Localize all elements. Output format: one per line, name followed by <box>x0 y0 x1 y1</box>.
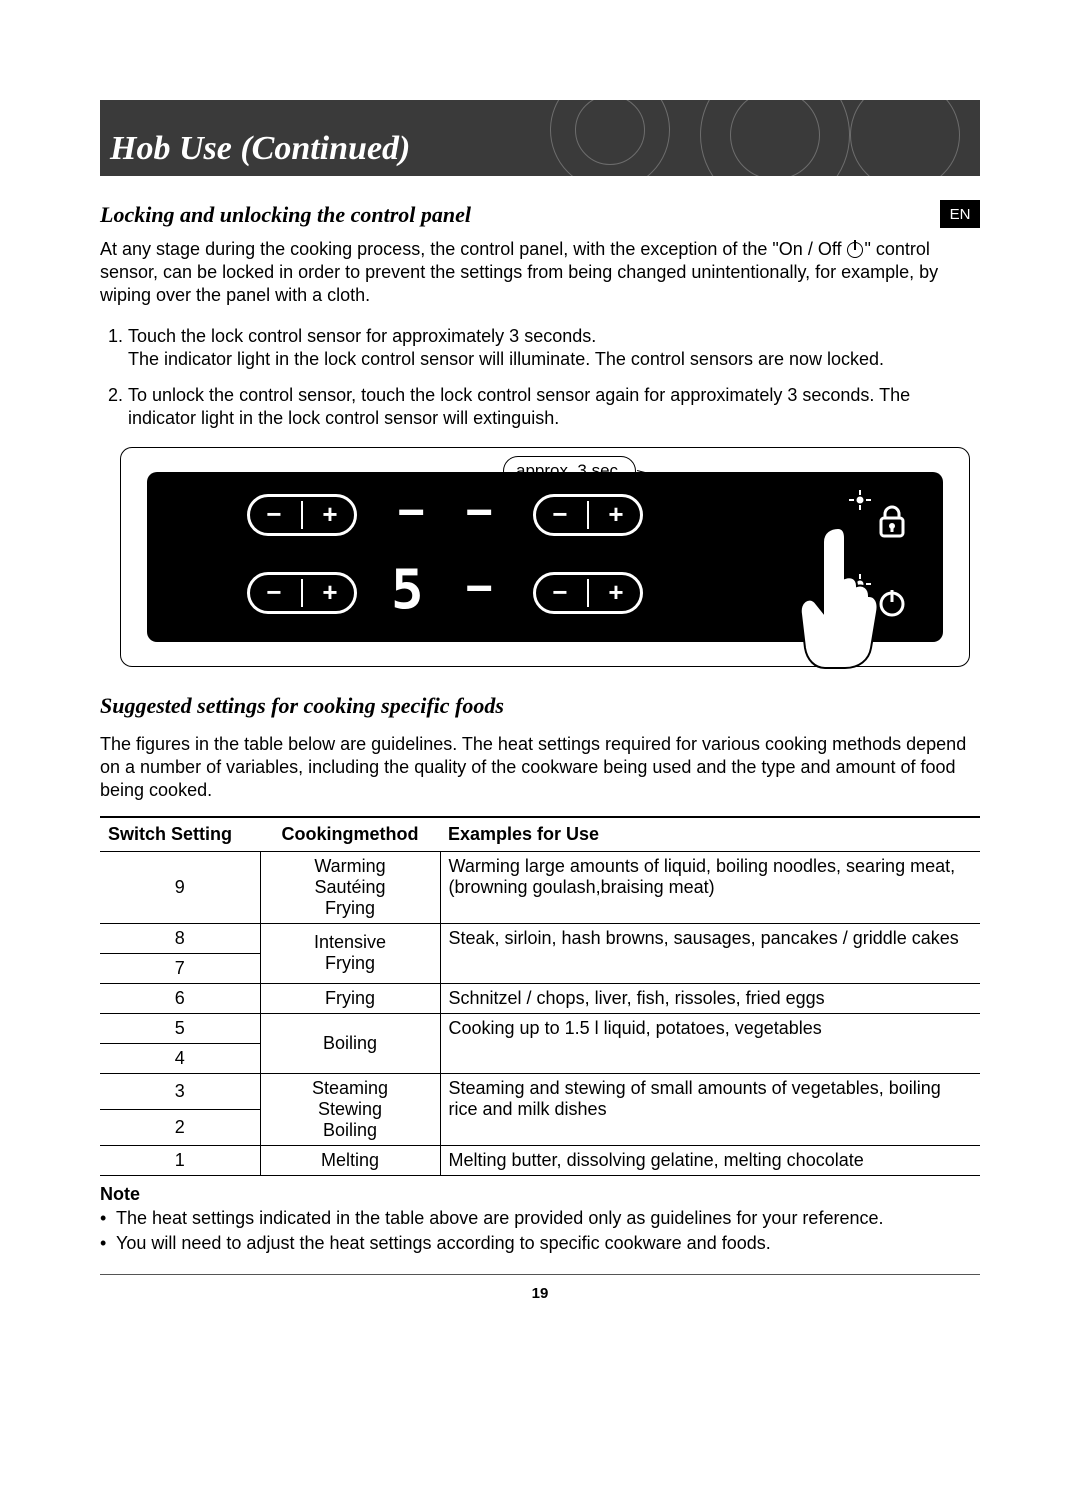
header-decoration <box>540 100 940 176</box>
cell-setting: 6 <box>100 983 260 1013</box>
cell-method: Boiling <box>260 1013 440 1073</box>
display-digit: – <box>463 558 495 619</box>
note-block: Note The heat settings indicated in the … <box>100 1184 980 1256</box>
cell-method: Frying <box>260 983 440 1013</box>
power-icon-inline <box>847 242 863 258</box>
cell-setting: 4 <box>100 1043 260 1073</box>
cell-setting: 3 <box>100 1073 260 1109</box>
divider-icon <box>587 501 589 529</box>
table-row: 9 Warming Sautéing Frying Warming large … <box>100 851 980 923</box>
display-digit: – <box>463 482 495 543</box>
step-1-text: Touch the lock control sensor for approx… <box>128 326 884 369</box>
table-row: 1 Melting Melting butter, dissolving gel… <box>100 1145 980 1175</box>
cell-example: Warming large amounts of liquid, boiling… <box>440 851 980 923</box>
divider-icon <box>587 579 589 607</box>
cell-setting: 2 <box>100 1109 260 1145</box>
cell-method: Melting <box>260 1145 440 1175</box>
note-title: Note <box>100 1184 980 1205</box>
cell-example: Steaming and stewing of small amounts of… <box>440 1073 980 1145</box>
step-2: To unlock the control sensor, touch the … <box>128 384 980 431</box>
zone-control-bottom-left: − + <box>247 572 357 614</box>
zone-control-top-right: − + <box>533 494 643 536</box>
col-examples: Examples for Use <box>440 817 980 852</box>
pointing-hand-icon <box>793 518 883 668</box>
table-row: 8 Intensive Frying Steak, sirloin, hash … <box>100 923 980 953</box>
table-row: 5 Boiling Cooking up to 1.5 l liquid, po… <box>100 1013 980 1043</box>
method-text: Stewing <box>318 1099 382 1119</box>
display-digit-5: 5 <box>391 558 424 621</box>
section-title-locking: Locking and unlocking the control panel <box>100 202 980 228</box>
settings-intro: The figures in the table below are guide… <box>100 733 980 802</box>
manual-page: Hob Use (Continued) EN Locking and unloc… <box>0 0 1080 1486</box>
cell-method: Warming Sautéing Frying <box>260 851 440 923</box>
divider-icon <box>301 579 303 607</box>
zone-control-bottom-right: − + <box>533 572 643 614</box>
col-cooking-method: Cookingmethod <box>260 817 440 852</box>
page-number: 19 <box>100 1285 980 1302</box>
plus-icon: + <box>605 499 627 530</box>
step-2-text: To unlock the control sensor, touch the … <box>128 385 910 428</box>
minus-icon: − <box>263 577 285 608</box>
col-switch-setting: Switch Setting <box>100 817 260 852</box>
table-row: 3 Steaming Stewing Boiling Steaming and … <box>100 1073 980 1109</box>
cell-method: Steaming Stewing Boiling <box>260 1073 440 1145</box>
note-item: You will need to adjust the heat setting… <box>100 1232 980 1255</box>
table-row: 6 Frying Schnitzel / chops, liver, fish,… <box>100 983 980 1013</box>
cell-setting: 7 <box>100 953 260 983</box>
hob-control-panel: − + − + – – 5 – − + − <box>147 472 943 642</box>
cell-example: Schnitzel / chops, liver, fish, rissoles… <box>440 983 980 1013</box>
method-text: Sautéing <box>314 877 385 897</box>
method-text: Intensive <box>314 932 386 952</box>
method-text: Frying <box>325 953 375 973</box>
locking-intro: At any stage during the cooking process,… <box>100 238 980 307</box>
section-title-settings: Suggested settings for cooking specific … <box>100 693 980 719</box>
locking-steps: Touch the lock control sensor for approx… <box>100 325 980 431</box>
cell-setting: 1 <box>100 1145 260 1175</box>
display-digit: – <box>395 482 427 543</box>
note-item: The heat settings indicated in the table… <box>100 1207 980 1230</box>
minus-icon: − <box>263 499 285 530</box>
page-header: Hob Use (Continued) <box>100 100 980 176</box>
plus-icon: + <box>605 577 627 608</box>
plus-icon: + <box>319 577 341 608</box>
cell-setting: 8 <box>100 923 260 953</box>
minus-icon: − <box>549 577 571 608</box>
control-panel-figure: approx. 3 sec. − + − + – – 5 – − <box>120 447 970 667</box>
indicator-dot-icon <box>847 490 873 515</box>
minus-icon: − <box>549 499 571 530</box>
footer-divider <box>100 1274 980 1275</box>
method-text: Warming <box>314 856 385 876</box>
plus-icon: + <box>319 499 341 530</box>
settings-table: Switch Setting Cookingmethod Examples fo… <box>100 816 980 1176</box>
cell-example: Cooking up to 1.5 l liquid, potatoes, ve… <box>440 1013 980 1073</box>
step-1: Touch the lock control sensor for approx… <box>128 325 980 372</box>
language-badge: EN <box>940 200 980 228</box>
note-list: The heat settings indicated in the table… <box>100 1207 980 1256</box>
divider-icon <box>301 501 303 529</box>
intro-text-pre: At any stage during the cooking process,… <box>100 239 847 259</box>
cell-setting: 5 <box>100 1013 260 1043</box>
zone-control-top-left: − + <box>247 494 357 536</box>
method-text: Frying <box>325 898 375 918</box>
table-header-row: Switch Setting Cookingmethod Examples fo… <box>100 817 980 852</box>
cell-method: Intensive Frying <box>260 923 440 983</box>
cell-example: Melting butter, dissolving gelatine, mel… <box>440 1145 980 1175</box>
method-text: Steaming <box>312 1078 388 1098</box>
cell-example: Steak, sirloin, hash browns, sausages, p… <box>440 923 980 983</box>
method-text: Boiling <box>323 1120 377 1140</box>
cell-setting: 9 <box>100 851 260 923</box>
page-title: Hob Use (Continued) <box>110 130 410 176</box>
